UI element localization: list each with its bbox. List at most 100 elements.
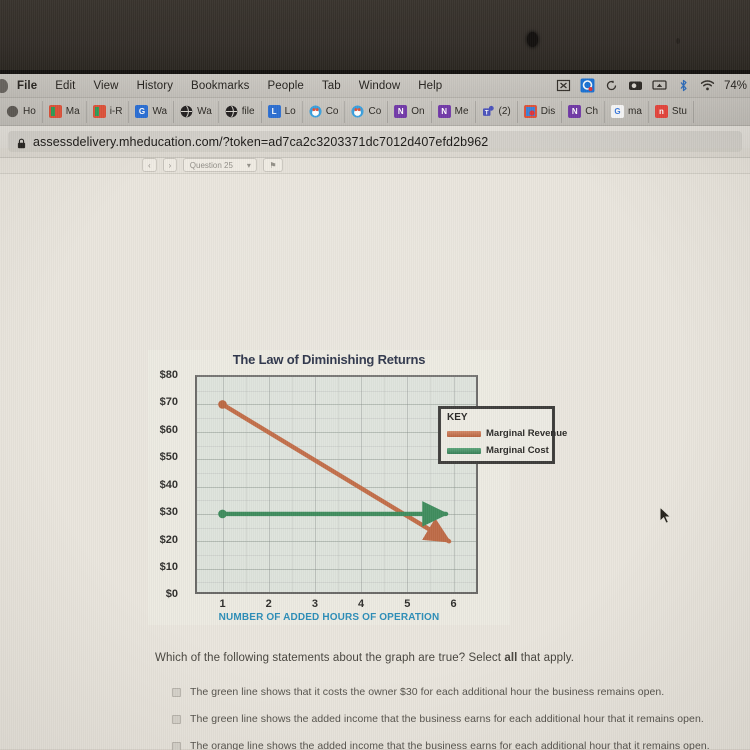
bookmark-label: Co (368, 106, 382, 117)
bookmark-item[interactable]: T (2) (476, 100, 518, 123)
answer-option[interactable]: The green line shows the added income th… (172, 713, 704, 725)
x-tick-label: 5 (404, 598, 411, 610)
y-tick-label: $80 (159, 369, 178, 381)
y-tick-label: $60 (159, 423, 178, 436)
svg-text:T: T (484, 110, 488, 116)
x-box-icon[interactable] (556, 78, 571, 93)
answer-option[interactable]: The orange line shows the added income t… (172, 740, 710, 750)
chart-plot-area: KEY Marginal Revenue Marginal Cost (195, 375, 567, 594)
bookmark-item[interactable]: file (219, 100, 262, 123)
answer-option-label: The green line shows that it costs the o… (190, 686, 665, 698)
legend-swatch-marginal-revenue (447, 430, 481, 437)
bookmark-label: Wa (197, 106, 212, 117)
blue-circle-icon[interactable] (580, 78, 595, 93)
teams-icon: T (482, 105, 495, 118)
question-selector[interactable]: Question 25 ▾ (183, 158, 258, 172)
rotation-icon[interactable] (604, 78, 619, 93)
bookmark-label: Ma (65, 106, 80, 117)
airplay-icon[interactable] (652, 78, 667, 93)
answer-checkbox[interactable] (172, 742, 181, 750)
prev-question-button[interactable]: ‹ (142, 158, 157, 172)
legend-label: Marginal Cost (486, 445, 549, 456)
bookmark-item[interactable]: i-R (87, 100, 130, 123)
bookmark-item[interactable]: N Me (432, 100, 476, 123)
menu-bar-status-area: 74% (556, 78, 750, 93)
onenote-icon: N (394, 105, 408, 118)
menu-item-file[interactable]: File (8, 80, 46, 92)
next-question-button[interactable]: › (162, 158, 178, 172)
bookmark-item[interactable]: N On (388, 100, 432, 123)
legend-entry: Marginal Revenue (447, 428, 567, 439)
bookmark-label: (2) (498, 106, 511, 117)
question-selector-label: Question 25 (189, 160, 233, 170)
apple-icon[interactable] (0, 78, 8, 93)
bookmark-item[interactable]: Dis (518, 100, 563, 123)
app-icon (92, 105, 106, 118)
answer-checkbox[interactable] (172, 715, 181, 724)
question-prompt-after: that apply. (517, 652, 575, 664)
bookmark-item[interactable]: L Lo (262, 100, 303, 123)
menu-item-people[interactable]: People (258, 80, 312, 92)
bookmark-item[interactable]: Ma (43, 100, 87, 123)
menu-item-tab[interactable]: Tab (313, 80, 350, 92)
bookmark-label: Me (454, 106, 469, 117)
address-bar-container: assessdelivery.mheducation.com/?token=ad… (0, 126, 750, 158)
wifi-icon[interactable] (700, 78, 715, 93)
y-tick-label: $10 (159, 561, 178, 573)
flag-question-button[interactable]: ⚑ (263, 158, 283, 172)
x-tick-label: 1 (219, 598, 226, 610)
onenote-icon: N (568, 105, 582, 118)
bookmark-label: ma (628, 106, 642, 117)
chart-legend: KEY Marginal Revenue Marginal Cost (438, 406, 567, 464)
bookmark-item[interactable]: G ma (605, 100, 649, 123)
globe-icon (6, 105, 19, 118)
bluetooth-icon[interactable] (676, 78, 691, 93)
battery-percentage: 74% (723, 79, 747, 92)
bookmark-item[interactable]: G Wa (129, 100, 175, 123)
question-prompt: Which of the following statements about … (155, 652, 574, 664)
address-bar[interactable]: assessdelivery.mheducation.com/?token=ad… (8, 131, 742, 152)
letter-l-icon: L (267, 105, 281, 118)
bezel-speck (676, 38, 680, 44)
x-tick-label: 4 (358, 598, 365, 610)
url-text: assessdelivery.mheducation.com/?token=ad… (33, 134, 489, 149)
x-tick-label: 2 (265, 598, 272, 610)
page-content: ‹ › Question 25 ▾ ⚑ The Law of Diminishi… (0, 158, 750, 750)
bookmark-label: Ch (585, 106, 599, 117)
bookmark-label: On (411, 106, 425, 117)
answer-option[interactable]: The green line shows that it costs the o… (172, 686, 664, 698)
menu-item-history[interactable]: History (128, 80, 182, 92)
bookmark-label: i-R (109, 106, 123, 117)
bookmark-label: Wa (152, 106, 168, 117)
question-prompt-before: Which of the following statements about … (155, 652, 505, 664)
menu-item-edit[interactable]: Edit (46, 80, 84, 92)
chevron-down-icon: ▾ (246, 160, 251, 170)
bookmark-label: Stu (671, 106, 687, 117)
bookmark-item[interactable]: Co (303, 100, 346, 123)
y-tick-label: $40 (159, 478, 178, 491)
screen-record-icon[interactable] (628, 78, 643, 93)
answer-checkbox[interactable] (172, 688, 181, 697)
legend-title: KEY (447, 412, 468, 423)
legend-swatch-marginal-cost (447, 447, 481, 454)
discord-icon (523, 105, 537, 118)
mouse-pointer-icon (659, 505, 673, 525)
bookmark-item[interactable]: n Stu (649, 100, 694, 123)
bookmark-item[interactable]: Wa (174, 100, 219, 123)
menu-item-window[interactable]: Window (350, 80, 410, 92)
webcam-icon (527, 32, 538, 47)
menu-item-bookmarks[interactable]: Bookmarks (182, 80, 258, 92)
bookmark-item[interactable]: Ho (0, 100, 43, 123)
bookmark-item[interactable]: Co (345, 100, 389, 123)
clever-icon (309, 105, 322, 118)
x-tick-label: 6 (450, 598, 457, 610)
menu-bar: File Edit View History Bookmarks People … (0, 74, 750, 98)
y-tick-label: $30 (159, 506, 178, 519)
answer-option-label: The orange line shows the added income t… (190, 740, 710, 750)
laptop-bezel (0, 0, 750, 72)
menu-item-help[interactable]: Help (409, 80, 451, 92)
bookmark-item[interactable]: N Ch (562, 100, 606, 123)
menu-item-view[interactable]: View (84, 80, 127, 92)
x-tick-label: 3 (311, 598, 318, 610)
legend-label: Marginal Revenue (486, 428, 568, 439)
